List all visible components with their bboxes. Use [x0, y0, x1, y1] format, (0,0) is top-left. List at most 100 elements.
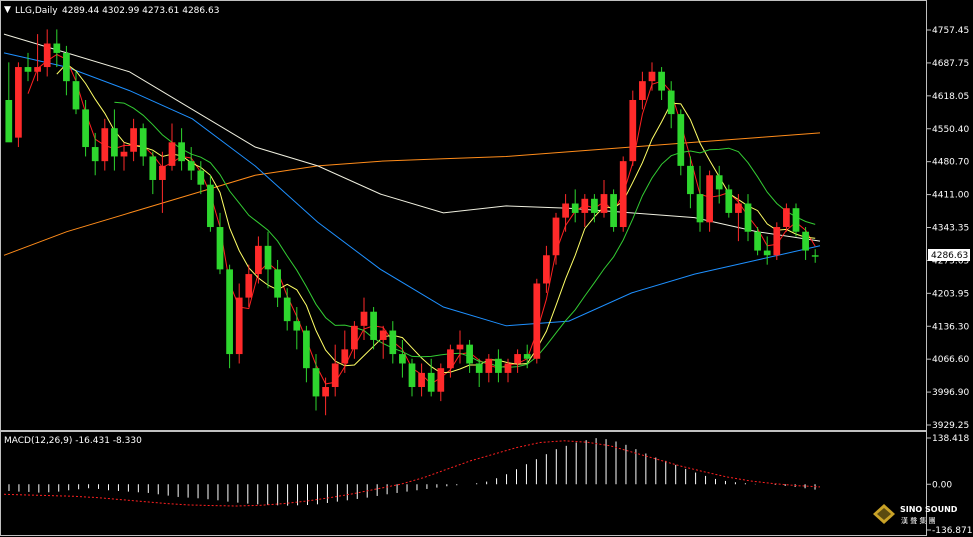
price-tick-label: 3929.25: [932, 421, 969, 431]
candle-body: [331, 363, 339, 388]
candle-body: [773, 227, 781, 256]
candle-body: [667, 90, 675, 115]
ohlc-readout: 4289.44 4302.99 4273.61 4286.63: [62, 6, 219, 16]
candle-body: [456, 344, 464, 350]
candle-body: [283, 297, 291, 322]
macd-tick-label: 138.418: [932, 434, 969, 444]
candle-body: [43, 43, 51, 68]
candle-body: [197, 170, 205, 185]
candle-body: [744, 203, 752, 232]
candle-body: [274, 269, 281, 298]
candle-body: [389, 330, 397, 355]
candle-body: [293, 321, 301, 331]
price-tick-label: 4550.40: [932, 125, 969, 135]
candle-body: [648, 71, 656, 82]
trading-chart: 4757.45 4687.75 4618.05 4550.40 4480.70 4411.…: [0, 0, 972, 536]
candle-body: [322, 387, 329, 397]
candle-body: [677, 114, 685, 166]
candle-body: [159, 165, 166, 180]
candle-body: [351, 325, 358, 350]
price-tick-label: 4618.05: [932, 92, 969, 102]
candle-body: [53, 43, 61, 53]
candle-body: [82, 109, 89, 148]
candle-body: [763, 250, 771, 256]
candle-body: [696, 194, 704, 223]
candle-body: [706, 175, 713, 223]
price-tick-label: 4411.00: [932, 191, 969, 201]
candle-body: [245, 274, 253, 298]
candle-body: [523, 354, 531, 359]
candle-body: [341, 349, 349, 364]
candle-body: [725, 189, 733, 213]
candle-body: [754, 231, 761, 251]
candle-body: [72, 81, 80, 110]
price-tick-label: 4136.30: [932, 322, 969, 332]
candle-body: [485, 358, 493, 373]
candle-body: [619, 161, 627, 228]
candle-body: [312, 368, 320, 397]
candle-body: [130, 128, 137, 152]
candle-body: [139, 128, 147, 157]
candle-body: [101, 128, 109, 162]
candle-body: [34, 67, 41, 72]
price-axis: 4757.45 4687.75 4618.05 4550.40 4480.70 4411.…: [927, 26, 969, 431]
candle-body: [447, 349, 454, 369]
candle-body: [687, 165, 694, 195]
symbol-label: LLG,Daily: [15, 6, 58, 16]
candle-body: [639, 81, 646, 100]
candle-body: [792, 208, 800, 232]
price-tick-label: 4480.70: [932, 158, 969, 168]
candle-body: [264, 245, 272, 270]
candle-body: [715, 175, 723, 190]
candle-body: [543, 255, 550, 284]
triangle-down-icon[interactable]: ▼: [4, 5, 11, 15]
candle-body: [360, 311, 368, 326]
candle-body: [533, 283, 541, 359]
candle-body: [504, 363, 512, 373]
candle-body: [149, 156, 157, 180]
candle-body: [226, 269, 233, 355]
logo-subtitle: 漢 聲 集 團: [901, 516, 936, 525]
price-tick-label: 4757.45: [932, 26, 969, 36]
candle-body: [581, 198, 589, 213]
candle-body: [802, 231, 809, 251]
candle-body: [600, 194, 608, 213]
candle-body: [591, 198, 598, 213]
candle-body: [303, 330, 310, 369]
candle-body: [735, 203, 742, 213]
price-tick-label: 3996.90: [932, 388, 969, 398]
candle-body: [5, 99, 13, 143]
candle-body: [187, 161, 195, 171]
current-price-value: 4286.63: [931, 251, 968, 261]
macd-tick-label: 0.00: [932, 480, 952, 490]
candle-body: [255, 245, 262, 275]
candle-body: [216, 227, 224, 270]
candle-body: [111, 128, 118, 157]
macd-label: MACD(12,26,9) -16.431 -8.330: [4, 436, 142, 446]
candle-body: [514, 354, 521, 364]
price-tick-label: 4203.95: [932, 289, 969, 299]
candle-body: [370, 311, 377, 340]
price-tick-label: 4687.75: [932, 59, 969, 69]
candle-body: [408, 363, 416, 388]
candle-body: [437, 368, 445, 392]
macd-tick-label: -136.871: [932, 526, 972, 536]
candle-body: [418, 372, 425, 388]
candle-body: [178, 142, 185, 162]
logo-name: SINO SOUND: [900, 505, 958, 514]
candle-body: [235, 297, 243, 355]
candle-body: [91, 147, 99, 162]
candle-body: [63, 52, 70, 82]
candle-body: [562, 203, 569, 218]
macd-panel-frame: [0, 431, 927, 536]
price-tick-label: 4343.35: [932, 224, 969, 234]
candle-body: [120, 151, 128, 157]
candle-body: [24, 67, 32, 72]
candle-body: [475, 363, 483, 373]
candle-body: [427, 372, 435, 392]
candle-body: [168, 142, 176, 166]
candle-body: [610, 194, 617, 228]
candle-body: [571, 203, 579, 213]
candle-body: [207, 184, 214, 228]
candle-body: [658, 71, 665, 91]
